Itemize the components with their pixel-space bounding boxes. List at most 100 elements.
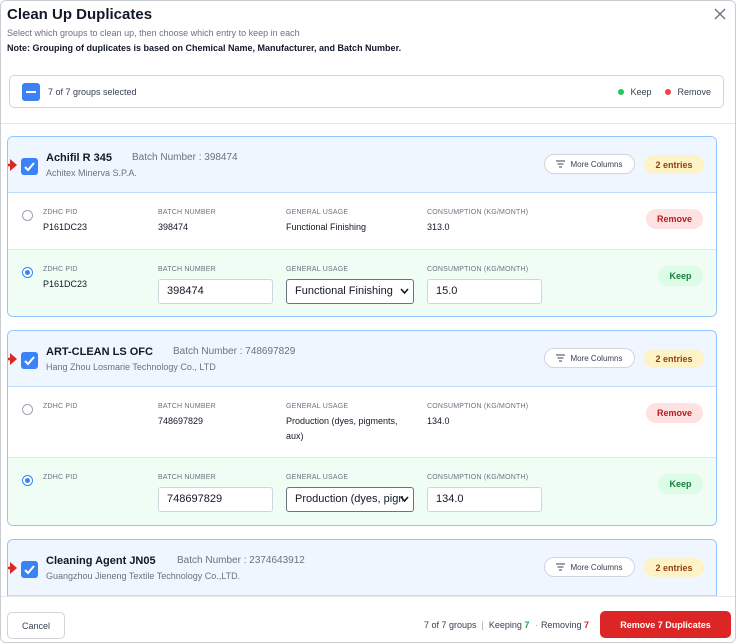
duplicate-group: ART-CLEAN LS OFC Batch Number : 74869782… (7, 330, 717, 526)
keep-dot-icon (618, 89, 625, 95)
chemical-name: ART-CLEAN LS OFC (46, 346, 153, 358)
general-usage-header: GENERAL USAGE (286, 474, 349, 481)
legend: Keep Remove (618, 87, 711, 97)
entries-count-badge: 2 entries (644, 155, 704, 174)
keep-status-badge[interactable]: Keep (658, 474, 703, 494)
arrow-pointer-icon (8, 352, 18, 371)
keep-status-badge[interactable]: Keep (658, 266, 703, 286)
consumption-input[interactable]: 134.0 (427, 487, 542, 512)
legend-keep-label: Keep (630, 87, 652, 97)
arrow-pointer-icon (8, 158, 18, 177)
entry-row-keep[interactable]: ZDHC PID BATCH NUMBER 748697829 GENERAL … (8, 458, 716, 525)
general-usage-selected: Production (dyes, pigments, aux) (295, 493, 403, 505)
group-checkbox[interactable] (21, 561, 38, 578)
group-header: Cleaning Agent JN05 Batch Number : 23746… (8, 540, 716, 596)
zdhc-pid-header: ZDHC PID (43, 474, 78, 481)
remove-status-badge[interactable]: Remove (646, 209, 703, 229)
consumption-header: CONSUMPTION (KG/MONTH) (427, 474, 529, 481)
group-checkbox[interactable] (21, 352, 38, 369)
modal-title: Clean Up Duplicates (7, 6, 153, 23)
selection-summary-bar: 7 of 7 groups selected Keep Remove (9, 75, 724, 108)
more-columns-button[interactable]: More Columns (544, 348, 635, 368)
footer-summary: 7 of 7 groups | Keeping 7 · Removing 7 (423, 620, 589, 630)
keeping-count: 7 (524, 620, 530, 630)
filter-lines-icon (556, 563, 566, 571)
batch-number-label: Batch Number : 2374643912 (177, 555, 305, 566)
general-usage-header: GENERAL USAGE (286, 403, 349, 410)
batch-number-value: 398474 (158, 222, 189, 232)
general-usage-value: Functional Finishing (286, 222, 367, 232)
more-columns-button[interactable]: More Columns (544, 557, 635, 577)
more-columns-label: More Columns (570, 353, 623, 363)
group-checkbox[interactable] (21, 158, 38, 175)
batch-number-header: BATCH NUMBER (158, 209, 216, 216)
group-header: Achifil R 345 Batch Number : 398474 Achi… (8, 137, 716, 193)
batch-number-value: 748697829 (158, 416, 204, 426)
remove-status-badge[interactable]: Remove (646, 403, 703, 423)
batch-number-header: BATCH NUMBER (158, 474, 216, 481)
filter-lines-icon (556, 160, 566, 168)
consumption-header: CONSUMPTION (KG/MONTH) (427, 403, 529, 410)
general-usage-value: Production (dyes, pigments, aux) (286, 416, 398, 441)
manufacturer-name: Achitex Minerva S.P.A. (46, 168, 137, 178)
modal-header: Clean Up Duplicates Select which groups … (7, 6, 729, 53)
chemical-name: Cleaning Agent JN05 (46, 555, 156, 567)
consumption-header: CONSUMPTION (KG/MONTH) (427, 209, 529, 216)
grouping-note: Note: Grouping of duplicates is based on… (7, 43, 402, 53)
duplicate-groups-list[interactable]: Achifil R 345 Batch Number : 398474 Achi… (1, 124, 735, 596)
keep-entry-radio[interactable] (22, 404, 33, 415)
chevron-down-icon (400, 288, 409, 294)
removing-label: Removing (540, 620, 582, 630)
filter-lines-icon (556, 354, 566, 362)
more-columns-label: More Columns (570, 159, 623, 169)
duplicate-group: Cleaning Agent JN05 Batch Number : 23746… (7, 539, 717, 596)
zdhc-pid-value: P161DC23 (43, 222, 88, 232)
modal-subtitle: Select which groups to clean up, then ch… (7, 28, 300, 38)
entry-row-remove[interactable]: ZDHC PID P161DC23 BATCH NUMBER 398474 GE… (8, 193, 716, 250)
batch-number-header: BATCH NUMBER (158, 266, 216, 273)
entry-row-remove[interactable]: ZDHC PID BATCH NUMBER 748697829 GENERAL … (8, 387, 716, 458)
entries-count-badge: 2 entries (644, 349, 704, 368)
batch-number-label: Batch Number : 748697829 (173, 346, 296, 357)
general-usage-header: GENERAL USAGE (286, 209, 349, 216)
remove-duplicates-button[interactable]: Remove 7 Duplicates (600, 611, 731, 638)
group-header: ART-CLEAN LS OFC Batch Number : 74869782… (8, 331, 716, 387)
general-usage-header: GENERAL USAGE (286, 266, 349, 273)
general-usage-selected: Functional Finishing (295, 285, 393, 297)
entries-count-badge: 2 entries (644, 558, 704, 577)
consumption-value: 134.0 (427, 416, 450, 426)
chevron-down-icon (400, 496, 409, 502)
clean-up-duplicates-modal: Clean Up Duplicates Select which groups … (0, 0, 736, 643)
entry-row-keep[interactable]: ZDHC PID P161DC23 BATCH NUMBER 398474 GE… (8, 250, 716, 316)
keep-entry-radio[interactable] (22, 267, 33, 278)
groups-count-text: 7 of 7 groups (423, 620, 477, 630)
batch-number-input[interactable]: 748697829 (158, 487, 273, 512)
zdhc-pid-header: ZDHC PID (43, 403, 78, 410)
legend-remove-label: Remove (677, 87, 711, 97)
cancel-button[interactable]: Cancel (7, 612, 65, 639)
consumption-input[interactable]: 15.0 (427, 279, 542, 304)
select-all-checkbox[interactable] (22, 83, 40, 101)
modal-footer: Cancel 7 of 7 groups | Keeping 7 · Removing… (1, 596, 735, 642)
batch-number-label: Batch Number : 398474 (132, 152, 238, 163)
consumption-header: CONSUMPTION (KG/MONTH) (427, 266, 529, 273)
general-usage-select[interactable]: Production (dyes, pigments, aux) (286, 487, 414, 512)
groups-selected-text: 7 of 7 groups selected (48, 87, 137, 97)
more-columns-label: More Columns (570, 562, 623, 572)
keep-entry-radio[interactable] (22, 210, 33, 221)
more-columns-button[interactable]: More Columns (544, 154, 635, 174)
chemical-name: Achifil R 345 (46, 152, 113, 164)
removing-count: 7 (583, 620, 589, 630)
zdhc-pid-value: P161DC23 (43, 279, 88, 289)
batch-number-input[interactable]: 398474 (158, 279, 273, 304)
batch-number-header: BATCH NUMBER (158, 403, 216, 410)
general-usage-select[interactable]: Functional Finishing (286, 279, 414, 304)
consumption-value: 313.0 (427, 222, 450, 232)
close-icon[interactable] (713, 7, 727, 21)
legend-keep: Keep (618, 87, 651, 97)
remove-dot-icon (665, 89, 672, 95)
zdhc-pid-header: ZDHC PID (43, 209, 78, 216)
keep-entry-radio[interactable] (22, 475, 33, 486)
manufacturer-name: Hang Zhou Losmarie Technology Co., LTD (46, 362, 216, 372)
legend-remove: Remove (665, 87, 711, 97)
